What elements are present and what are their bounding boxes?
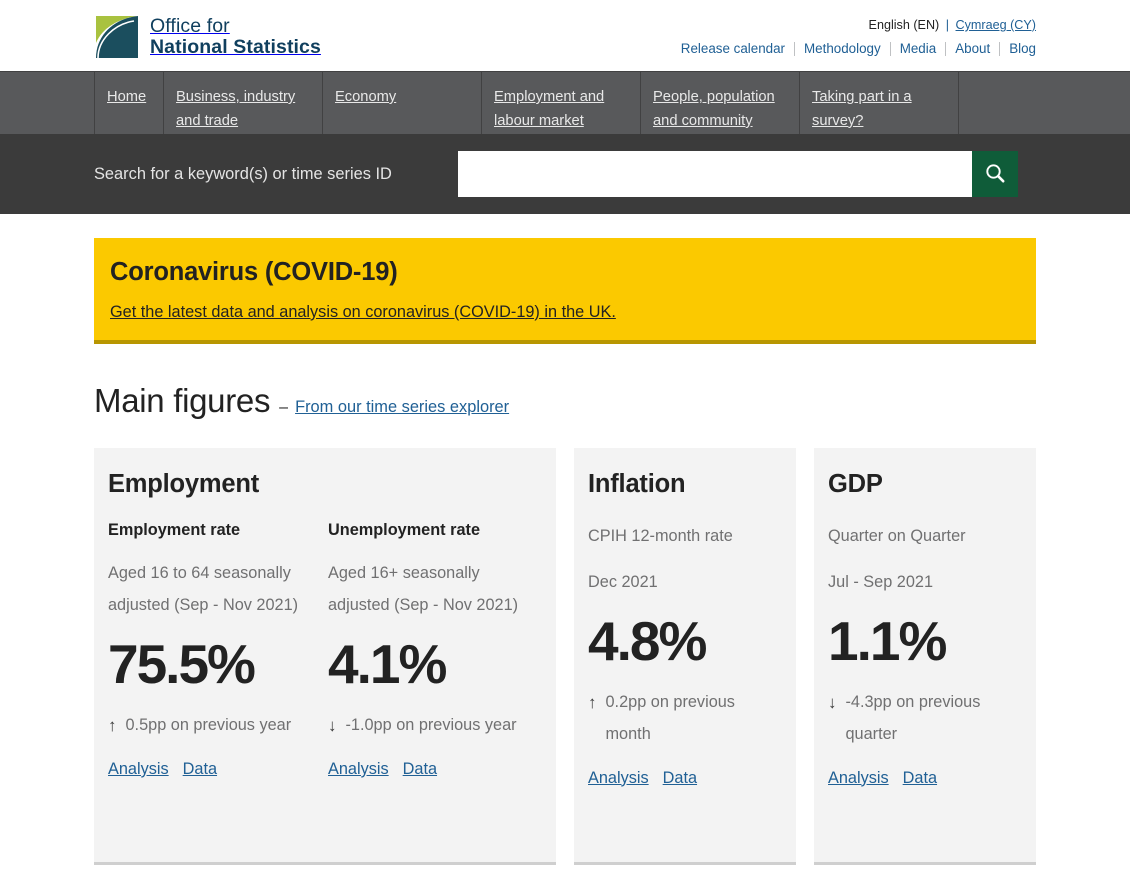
metric-value: 4.8% xyxy=(588,609,707,672)
card-title-gdp: GDP xyxy=(828,470,883,498)
ons-logo-text: Office for National Statistics xyxy=(150,14,321,58)
search-icon xyxy=(984,162,1006,187)
util-link-blog[interactable]: Blog xyxy=(1000,41,1036,56)
main-figures-dash: – xyxy=(279,399,289,416)
nav-item-people-population-and-community[interactable]: People, population and community xyxy=(640,72,800,134)
search-label: Search for a keyword(s) or time series I… xyxy=(94,164,392,183)
metric-employment-rate: Employment rate Aged 16 to 64 seasonally… xyxy=(108,521,310,795)
data-link[interactable]: Data xyxy=(903,769,937,787)
utility-nav: Release calendar Methodology Media About… xyxy=(672,41,1036,56)
util-link-release-calendar[interactable]: Release calendar xyxy=(672,41,794,56)
metric-links: Analysis Data xyxy=(328,760,530,779)
metric-links: Analysis Data xyxy=(108,760,310,779)
ons-logo-link[interactable]: Office for National Statistics xyxy=(94,14,321,60)
arrow-down-icon: ↓ xyxy=(828,692,837,712)
language-welsh-link[interactable]: Cymraeg (CY) xyxy=(956,18,1036,32)
data-link[interactable]: Data xyxy=(183,760,217,778)
metric-value: 75.5% xyxy=(108,632,256,695)
time-series-explorer-link[interactable]: From our time series explorer xyxy=(295,398,509,417)
card-inflation: Inflation CPIH 12-month rate Dec 2021 4.… xyxy=(574,448,796,865)
metric-description-line-2: Jul - Sep 2021 xyxy=(828,572,933,591)
primary-nav: Home Business, industry and trade Econom… xyxy=(0,71,1130,134)
metric-heading: Employment rate xyxy=(108,521,241,539)
util-link-methodology[interactable]: Methodology xyxy=(795,41,890,56)
nav-item-home[interactable]: Home xyxy=(94,72,164,134)
nav-item-economy[interactable]: Economy xyxy=(322,72,482,134)
nav-item-business-industry-and-trade[interactable]: Business, industry and trade xyxy=(163,72,323,134)
search-button[interactable] xyxy=(971,151,1018,197)
arrow-up-icon: ↑ xyxy=(588,692,597,712)
metric-gdp: Quarter on Quarter Jul - Sep 2021 1.1% ↓… xyxy=(828,521,1022,788)
metric-links: Analysis Data xyxy=(588,769,782,788)
metric-cpih: CPIH 12-month rate Dec 2021 4.8% ↑ 0.2pp… xyxy=(588,521,782,788)
metric-change-text: -1.0pp on previous year xyxy=(345,715,517,734)
metric-change: ↓ -4.3pp on previous quarter xyxy=(828,687,1022,751)
util-link-media[interactable]: Media xyxy=(891,41,945,56)
arrow-down-icon: ↓ xyxy=(328,715,337,735)
card-title-employment: Employment xyxy=(108,470,260,498)
metric-change: ↑ 0.5pp on previous year xyxy=(108,710,310,742)
covid-banner-link[interactable]: Get the latest data and analysis on coro… xyxy=(110,303,616,321)
main-figures-header: Main figures – From our time series expl… xyxy=(94,382,1036,420)
card-gdp: GDP Quarter on Quarter Jul - Sep 2021 1.… xyxy=(814,448,1036,865)
metric-unemployment-rate: Unemployment rate Aged 16+ seasonally ad… xyxy=(328,521,530,795)
analysis-link[interactable]: Analysis xyxy=(328,760,389,778)
site-header: Office for National Statistics English (… xyxy=(0,0,1130,71)
metric-heading: Unemployment rate xyxy=(328,521,480,539)
metric-change: ↓ -1.0pp on previous year xyxy=(328,710,530,742)
logo-line-1: Office for xyxy=(150,14,230,37)
analysis-link[interactable]: Analysis xyxy=(108,760,169,778)
nav-item-taking-part-in-a-survey[interactable]: Taking part in a survey? xyxy=(799,72,959,134)
ons-logo-icon xyxy=(94,14,140,60)
covid-banner: Coronavirus (COVID-19) Get the latest da… xyxy=(94,238,1036,344)
search-band: Search for a keyword(s) or time series I… xyxy=(0,134,1130,214)
metric-value: 1.1% xyxy=(828,609,947,672)
card-employment: Employment Employment rate Aged 16 to 64… xyxy=(94,448,556,865)
logo-line-2: National Statistics xyxy=(150,36,321,58)
card-title-inflation: Inflation xyxy=(588,470,686,498)
nav-item-employment-and-labour-market[interactable]: Employment and labour market xyxy=(481,72,641,134)
analysis-link[interactable]: Analysis xyxy=(828,769,889,787)
metric-description-line-1: CPIH 12-month rate xyxy=(588,527,733,545)
language-switcher: English (EN) | Cymraeg (CY) xyxy=(869,18,1036,32)
search-input[interactable] xyxy=(457,151,972,197)
metric-description: Aged 16 to 64 seasonally adjusted (Sep -… xyxy=(108,564,299,614)
metric-change-text: 0.2pp on previous month xyxy=(605,692,735,743)
language-separator: | xyxy=(945,18,950,32)
metric-change-text: 0.5pp on previous year xyxy=(125,715,292,734)
covid-banner-title: Coronavirus (COVID-19) xyxy=(110,258,398,286)
data-link[interactable]: Data xyxy=(403,760,437,778)
util-link-about[interactable]: About xyxy=(946,41,999,56)
main-figures-cards: Employment Employment rate Aged 16 to 64… xyxy=(94,448,1036,865)
metric-description-line-2: Dec 2021 xyxy=(588,572,658,591)
arrow-up-icon: ↑ xyxy=(108,715,117,735)
data-link[interactable]: Data xyxy=(663,769,697,787)
page-title: Main figures xyxy=(94,382,271,419)
main-content: Coronavirus (COVID-19) Get the latest da… xyxy=(94,214,1036,865)
metric-description-line-1: Quarter on Quarter xyxy=(828,527,966,545)
metric-change: ↑ 0.2pp on previous month xyxy=(588,687,782,751)
metric-change-text: -4.3pp on previous quarter xyxy=(845,692,981,743)
metric-links: Analysis Data xyxy=(828,769,1022,788)
language-current: English (EN) xyxy=(868,18,940,32)
analysis-link[interactable]: Analysis xyxy=(588,769,649,787)
metric-description: Aged 16+ seasonally adjusted (Sep - Nov … xyxy=(328,564,519,614)
metric-value: 4.1% xyxy=(328,632,447,695)
